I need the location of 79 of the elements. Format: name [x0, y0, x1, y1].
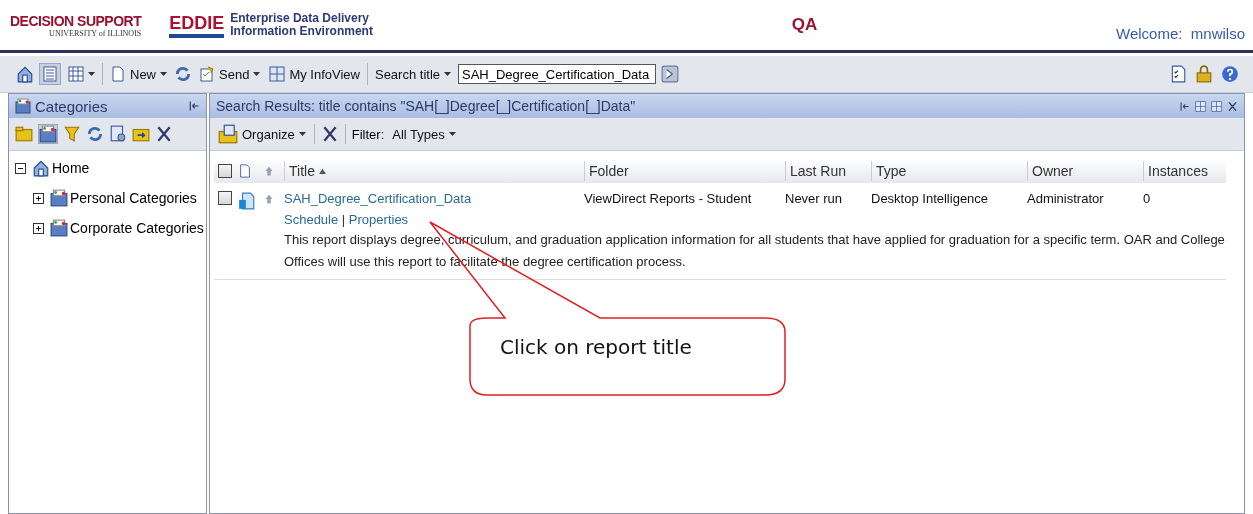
list-icon: [42, 66, 58, 82]
last-run-cell-text: Never run: [785, 191, 844, 206]
organize-button[interactable]: Organize: [216, 122, 308, 146]
home-icon[interactable]: [16, 65, 34, 83]
document-icon: [110, 66, 126, 82]
column-header[interactable]: Folder: [584, 161, 785, 181]
caret-icon: [253, 72, 261, 76]
expand-toggle-icon[interactable]: [33, 192, 44, 204]
checklist-icon[interactable]: [1169, 65, 1187, 83]
category-folder-icon: [15, 98, 31, 114]
filter-label: Filter:: [351, 126, 385, 142]
refresh-icon[interactable]: [174, 65, 192, 83]
logo-subtext: UNIVERSITY of ILLINOIS: [49, 28, 142, 38]
lock-icon[interactable]: [1195, 65, 1213, 83]
caret-icon: [88, 72, 95, 76]
folder-icon: [218, 124, 238, 144]
action-link[interactable]: Properties: [348, 212, 409, 227]
row-checkbox[interactable]: [218, 191, 232, 205]
caret-icon: [160, 72, 167, 76]
select-all-checkbox[interactable]: [218, 164, 232, 178]
send-icon: [199, 66, 215, 82]
pin-icon[interactable]: [188, 100, 200, 112]
caret-icon: [448, 132, 456, 136]
pin-icon[interactable]: [1179, 100, 1190, 112]
arrow-button-icon[interactable]: [661, 65, 679, 83]
home-icon: [32, 159, 50, 177]
category-folder-icon: [50, 189, 68, 207]
column-header[interactable]: Last Run: [785, 161, 871, 181]
category-folder-icon: [50, 219, 68, 237]
callout-text: Click on report title: [500, 335, 692, 359]
delete-icon[interactable]: [155, 125, 173, 143]
close-icon[interactable]: [1227, 100, 1238, 112]
column-header[interactable]: Title: [284, 161, 584, 181]
app-subtitle: Information Environment: [230, 25, 373, 38]
column-header[interactable]: Instances: [1143, 161, 1225, 181]
send-button[interactable]: Send: [197, 64, 263, 84]
help-icon[interactable]: [1221, 65, 1239, 83]
properties-icon[interactable]: [109, 125, 127, 143]
tree-item[interactable]: Home: [52, 160, 90, 176]
link-separator: |: [341, 212, 346, 227]
refresh-icon[interactable]: [86, 125, 104, 143]
instances-cell-text: 0: [1143, 191, 1152, 206]
tree-item[interactable]: Corporate Categories: [70, 220, 204, 236]
panes-icon: [269, 66, 286, 82]
sort-ascending-icon: [318, 168, 326, 174]
filter-dropdown[interactable]: All Types: [390, 124, 458, 144]
grid-view-button[interactable]: [66, 64, 97, 84]
folder-icon[interactable]: [15, 125, 33, 143]
app-name: EDDIE: [169, 12, 225, 38]
type-cell-text: Desktop Intelligence: [871, 191, 990, 206]
list-view-button[interactable]: [39, 63, 61, 85]
action-link[interactable]: Schedule: [284, 212, 339, 227]
restore-icon[interactable]: [1211, 100, 1222, 112]
report-icon: [238, 192, 256, 210]
logo-text: DECISION SUPPORT: [10, 12, 142, 29]
my-infoview-button[interactable]: My InfoView: [267, 64, 362, 84]
panel-title: Categories: [35, 97, 108, 115]
app-subtitle: Enterprise Data Delivery: [230, 12, 370, 25]
caret-icon: [298, 132, 306, 136]
collapse-toggle-icon[interactable]: [15, 162, 26, 174]
folder-cell-text: ViewDirect Reports - Student: [584, 191, 753, 206]
welcome-text: Welcome: mnwilso: [1116, 25, 1245, 42]
report-title-link[interactable]: SAH_Degree_Certification_Data: [284, 191, 584, 206]
grid-icon: [68, 66, 84, 82]
panel-title: Search Results: title contains "SAH[_]Degree[_]Certification[_]Data": [216, 98, 636, 114]
caret-icon: [444, 72, 451, 76]
maximize-icon[interactable]: [1195, 100, 1206, 112]
category-folder-icon[interactable]: [39, 125, 57, 143]
search-field[interactable]: SAH_Degree_Certification_Data: [458, 64, 656, 84]
column-header[interactable]: Type: [871, 161, 1027, 181]
search-mode-dropdown[interactable]: Search title: [372, 64, 453, 84]
column-header[interactable]: Owner: [1027, 161, 1143, 181]
environment-label: QA: [791, 15, 818, 35]
filter-icon[interactable]: [63, 125, 81, 143]
tree-item[interactable]: Personal Categories: [70, 190, 197, 206]
new-button[interactable]: New: [108, 64, 169, 84]
owner-cell-text: Administrator: [1027, 191, 1105, 206]
expand-toggle-icon[interactable]: [33, 222, 44, 234]
document-icon: [238, 164, 252, 178]
